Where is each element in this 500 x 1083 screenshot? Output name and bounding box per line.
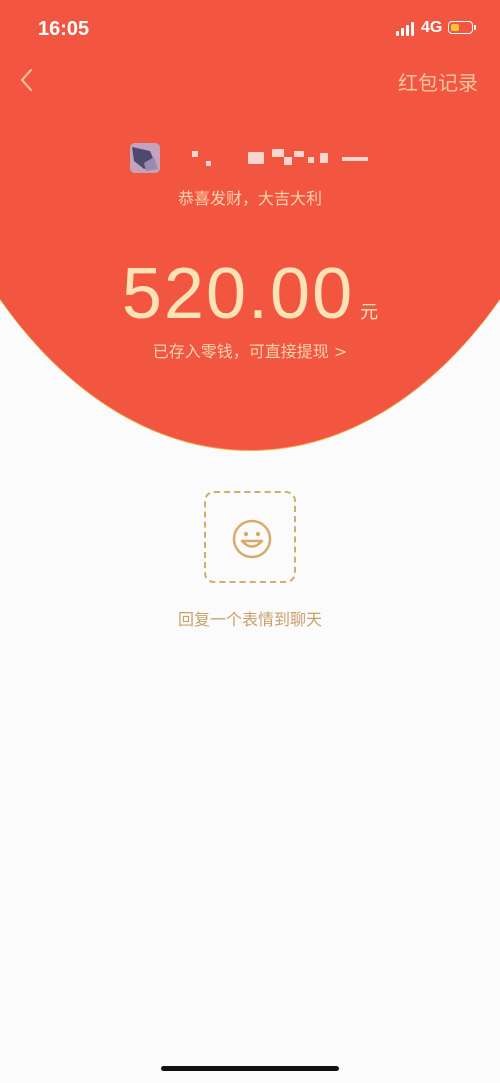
sender-name-pixelated <box>170 149 370 167</box>
battery-level <box>450 23 459 31</box>
home-indicator[interactable] <box>161 1066 339 1071</box>
reply-emoji-label: 回复一个表情到聊天 <box>177 610 322 629</box>
greeting-message: 恭喜发财，大吉大利 <box>177 189 322 208</box>
status-time: 16:05 <box>38 18 90 40</box>
network-type: 4G <box>421 19 443 36</box>
battery-icon <box>448 21 476 34</box>
status-bar: 16:05 4G <box>0 0 500 60</box>
received-amount: 520.00 <box>121 254 355 334</box>
reply-emoji-button[interactable] <box>204 491 296 583</box>
chevron-left-icon[interactable] <box>16 66 38 94</box>
currency-unit: 元 <box>360 302 379 323</box>
sender-avatar <box>130 143 160 173</box>
deposited-to-wallet-link[interactable]: 已存入零钱，可直接提现 > <box>0 338 500 362</box>
signal-strength-icon <box>396 22 416 36</box>
amount-display: 520.00 元 <box>0 252 500 336</box>
red-packet-records-link[interactable]: 红包记录 <box>398 67 478 96</box>
sender-info <box>130 143 380 173</box>
red-packet-detail-screen: 16:05 4G 红包记录 恭喜发财，大吉大利 520.00 元 已存入零钱，可… <box>0 0 500 1083</box>
smiley-face-icon <box>232 519 272 559</box>
